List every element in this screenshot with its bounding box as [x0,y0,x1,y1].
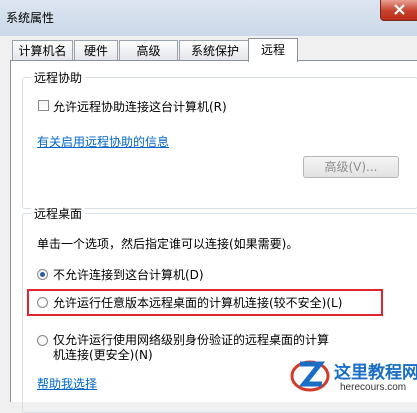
watermark-url: herecours.com [340,382,407,393]
radio-no-connect[interactable] [37,269,48,280]
radio-allow-any-label[interactable]: 允许运行任意版本远程桌面的计算机连接(较不安全)(L) [53,294,342,311]
tab-panel-remote: 远程协助 允许远程协助连接这台计算机(R) 有关启用远程协助的信息 高级(V).… [10,60,417,413]
watermark-title: 这里教程网 [334,363,417,383]
help-me-choose-link[interactable]: 帮助我选择 [37,375,97,392]
remote-assistance-checkbox[interactable] [38,100,49,111]
tab-advanced[interactable]: 高级 [119,40,178,60]
close-icon [394,4,405,15]
tab-remote[interactable]: 远程 [248,38,298,62]
radio-allow-any[interactable] [37,297,48,308]
window-title: 系统属性 [6,11,55,25]
remote-assistance-title: 远程协助 [31,69,86,86]
title-bar: 系统属性 [0,0,417,36]
radio-nla-only-label-line2[interactable]: 机连接(更安全)(N) [53,346,153,363]
remote-assistance-checkbox-label[interactable]: 允许远程协助连接这台计算机(R) [53,98,227,115]
tab-bar: 计算机名 硬件 高级 系统保护 远程 [12,38,312,62]
remote-assistance-info-link[interactable]: 有关启用远程协助的信息 [37,133,169,150]
radio-nla-only[interactable] [37,335,48,346]
radio-no-connect-label[interactable]: 不允许连接到这台计算机(D) [53,266,204,283]
tab-hardware[interactable]: 硬件 [74,40,118,60]
remote-desktop-instruction: 单击一个选项，然后指定谁可以连接(如果需要)。 [37,237,299,251]
watermark: 这里教程网 herecours.com [286,352,417,402]
site-logo-icon [290,360,330,392]
tab-system-protection[interactable]: 系统保护 [179,40,251,60]
advanced-button[interactable]: 高级(V)... [303,156,399,178]
remote-desktop-title: 远程桌面 [31,205,86,222]
tab-computer-name[interactable]: 计算机名 [12,40,73,60]
close-button[interactable] [380,0,417,21]
